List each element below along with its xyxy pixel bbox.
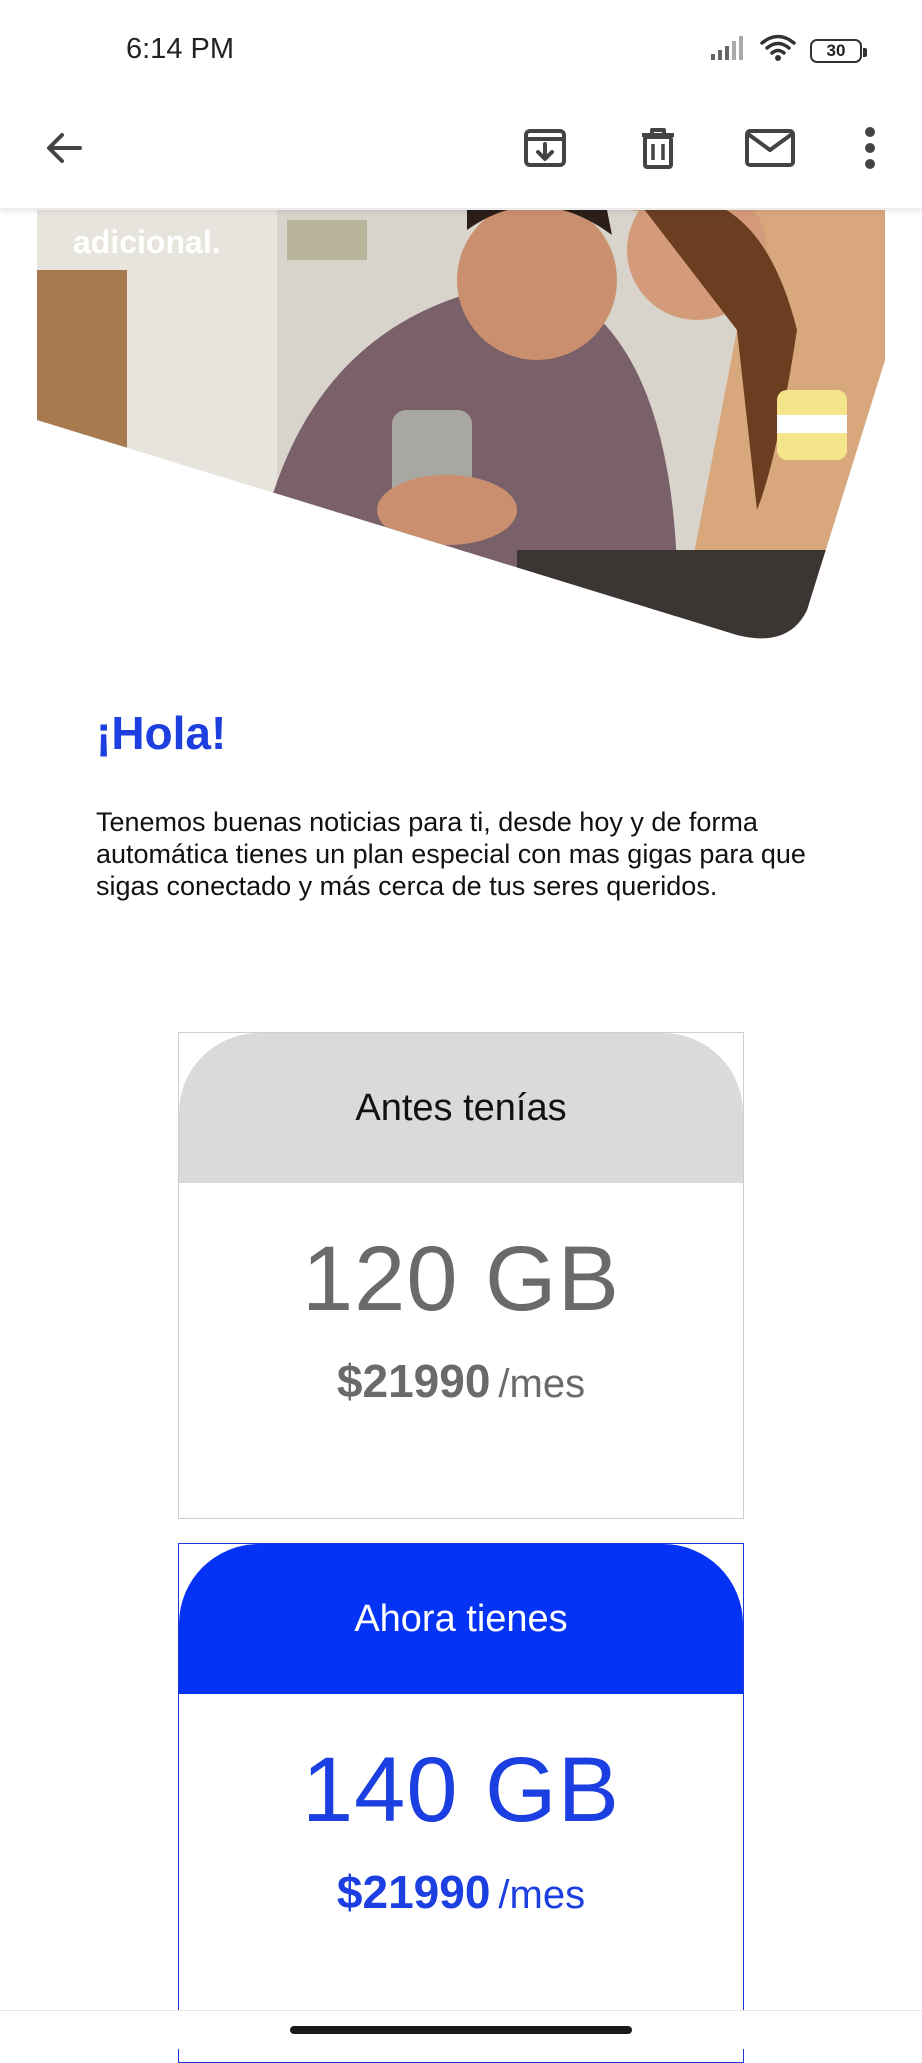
plan-price: $21990/mes bbox=[179, 1865, 743, 1919]
more-vert-icon[interactable] bbox=[840, 118, 900, 178]
battery-icon: 30 bbox=[810, 38, 867, 63]
email-toolbar bbox=[0, 100, 922, 208]
signal-icon bbox=[710, 35, 746, 66]
plan-price-unit: /mes bbox=[498, 1873, 586, 1917]
battery-level: 30 bbox=[826, 40, 846, 60]
plan-price-value: $21990 bbox=[336, 1866, 491, 1918]
status-time: 6:14 PM bbox=[126, 33, 234, 65]
plan-card-new: Ahora tienes 140 GB $21990/mes bbox=[178, 1543, 744, 2063]
plan-price-value: $21990 bbox=[336, 1355, 491, 1407]
plan-card-header: Ahora tienes bbox=[179, 1544, 743, 1694]
plan-data-amount: 120 GB bbox=[302, 1228, 620, 1330]
plan-price-unit: /mes bbox=[498, 1362, 586, 1406]
plan-card-header: Antes tenías bbox=[179, 1033, 743, 1183]
plan-data-amount: 140 GB bbox=[302, 1739, 620, 1841]
plan-card-old: Antes tenías 120 GB $21990/mes bbox=[178, 1032, 744, 1519]
mail-icon[interactable] bbox=[740, 118, 800, 178]
intro-paragraph: Tenemos buenas noticias para ti, desde h… bbox=[96, 807, 806, 901]
wifi-icon bbox=[760, 34, 796, 67]
back-arrow-icon[interactable] bbox=[34, 118, 94, 178]
status-icons: 30 bbox=[710, 34, 867, 67]
hero-image: adicional. bbox=[37, 210, 885, 642]
hero-caption: adicional. bbox=[73, 224, 221, 260]
greeting-heading: ¡Hola! bbox=[96, 707, 227, 759]
trash-icon[interactable] bbox=[628, 118, 688, 178]
archive-icon[interactable] bbox=[515, 118, 575, 178]
plan-price: $21990/mes bbox=[179, 1354, 743, 1408]
gesture-nav-bar[interactable] bbox=[290, 2026, 632, 2034]
status-bar: 6:14 PM 30 bbox=[0, 0, 922, 100]
